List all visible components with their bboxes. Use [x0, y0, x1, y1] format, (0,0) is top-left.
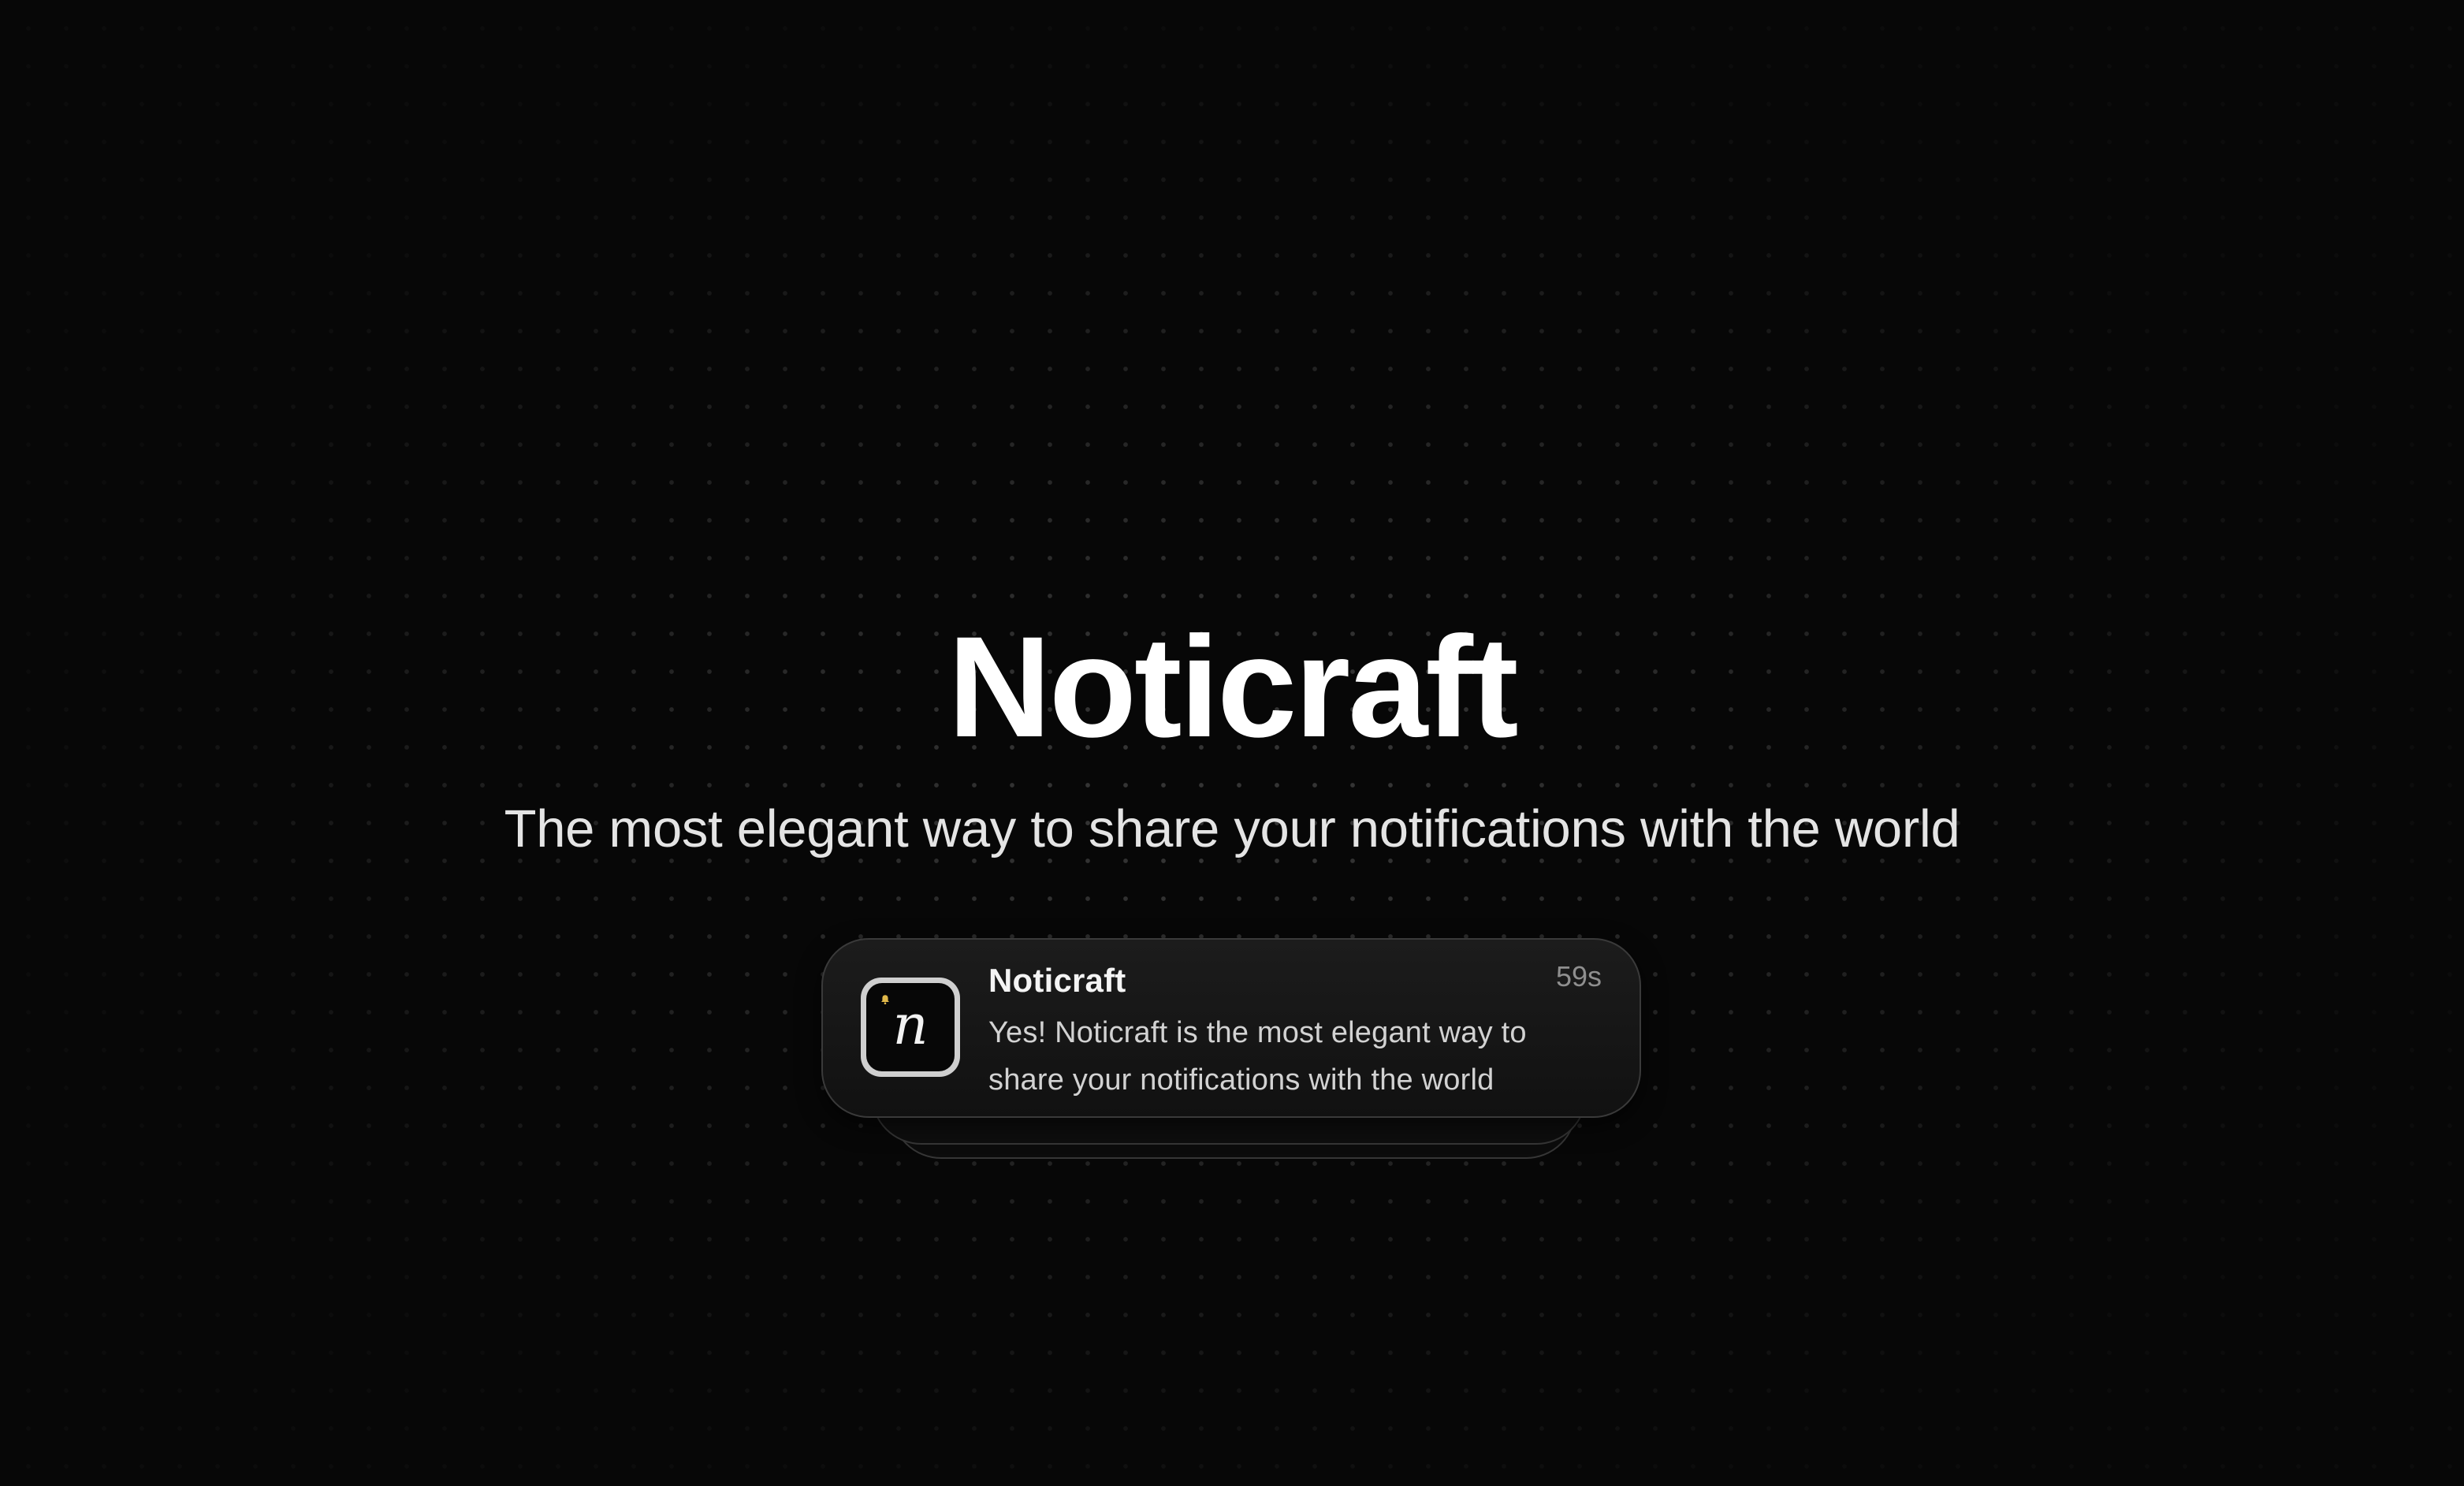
app-icon-inner: n [866, 983, 955, 1071]
notification-time: 59s [1555, 960, 1602, 993]
app-icon: n [861, 978, 960, 1077]
notification-card[interactable]: n Noticraft 59s Yes! Noticraft is the mo… [821, 938, 1641, 1118]
hero-subtitle: The most elegant way to share your notif… [504, 799, 1960, 858]
notification-title: Noticraft [988, 962, 1126, 999]
notification-body: Yes! Noticraft is the most elegant way t… [988, 1016, 1527, 1097]
landing-page: Noticraft The most elegant way to share … [0, 0, 2464, 1486]
hero-title: Noticraft [947, 606, 1518, 767]
app-icon-letter: n [892, 993, 929, 1057]
